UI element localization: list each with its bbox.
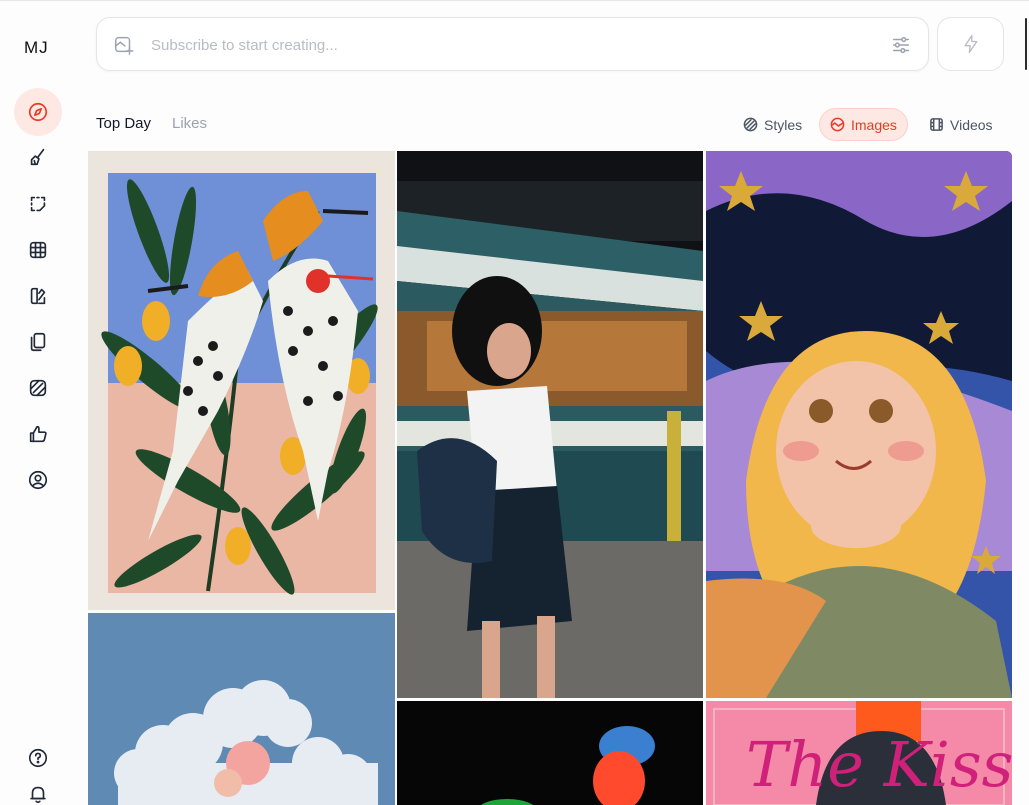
gallery-image-the-kiss-poster[interactable]: The Kiss [706,701,1012,805]
edit-icon[interactable] [14,180,62,228]
organize-icon[interactable] [14,226,62,274]
edge-indicator [1025,18,1027,70]
explore-icon[interactable] [14,88,62,136]
speed-mode-button[interactable] [937,17,1004,71]
profile-icon[interactable] [14,456,62,504]
tab-top-day[interactable]: Top Day [96,115,151,132]
personalize-icon[interactable] [14,272,62,320]
images-icon [830,117,845,132]
poster-title: The Kiss [746,728,1012,801]
rooms-icon[interactable] [14,364,62,412]
filter-styles-button[interactable]: Styles [733,108,812,141]
filter-videos-button[interactable]: Videos [919,108,1003,141]
filter-videos-label: Videos [950,116,993,133]
sidebar: MJ [0,0,76,805]
gallery-image-neon-abstract[interactable] [397,701,703,805]
gallery-image-hoopoe[interactable] [88,151,395,610]
gallery-image-train-station[interactable] [397,151,703,698]
add-image-icon[interactable] [113,34,135,56]
archive-icon[interactable] [14,318,62,366]
logo[interactable]: MJ [24,38,49,58]
notifications-icon[interactable] [14,770,62,805]
gallery-image-starry-girl[interactable] [706,151,1012,698]
videos-icon [930,118,943,131]
filter-images-button[interactable]: Images [819,108,908,141]
prompt-bar [96,17,929,71]
create-icon[interactable] [14,133,62,181]
gallery-image-clouds[interactable] [88,613,395,805]
tab-likes[interactable]: Likes [172,115,207,132]
settings-sliders-icon[interactable] [890,34,912,56]
styles-icon [743,117,758,132]
likes-icon[interactable] [14,410,62,458]
top-border [0,0,1029,1]
prompt-input[interactable] [151,32,851,58]
filter-images-label: Images [851,116,897,133]
filter-styles-label: Styles [764,116,803,133]
lightning-icon [964,35,977,53]
